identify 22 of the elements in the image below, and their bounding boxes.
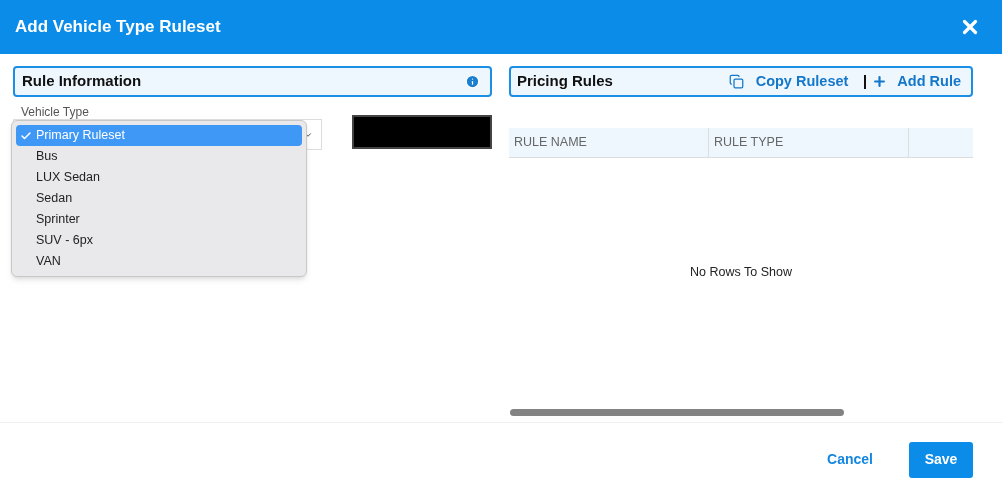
column-header: RULE NAME [509,128,709,157]
column-header: RULE TYPE [709,128,909,157]
dropdown-option[interactable]: VAN [16,251,302,272]
plus-icon [872,74,888,89]
save-button[interactable]: Save [909,441,973,478]
dropdown-option[interactable]: SUV - 6px [16,230,302,251]
section-title: Pricing Rules [517,71,613,92]
field-label: Vehicle Type [21,105,90,119]
section-title: Rule Information [22,71,142,92]
copy-icon [728,74,744,89]
dropdown-option[interactable]: Bus [16,146,302,167]
check-icon [20,129,32,142]
empty-message: No Rows To Show [690,264,792,281]
dropdown-option[interactable]: Sprinter [16,209,302,230]
dropdown-option[interactable]: Sedan [16,188,302,209]
dialog-title: Add Vehicle Type Ruleset [15,16,221,39]
add-rule-link[interactable]: Add Rule [872,70,961,93]
copy-ruleset-link[interactable]: Copy Ruleset [728,70,849,93]
horizontal-scrollbar[interactable] [510,408,844,416]
cancel-button[interactable]: Cancel [827,449,873,470]
info-icon[interactable] [465,74,480,89]
dropdown-option[interactable]: LUX Sedan [16,167,302,188]
